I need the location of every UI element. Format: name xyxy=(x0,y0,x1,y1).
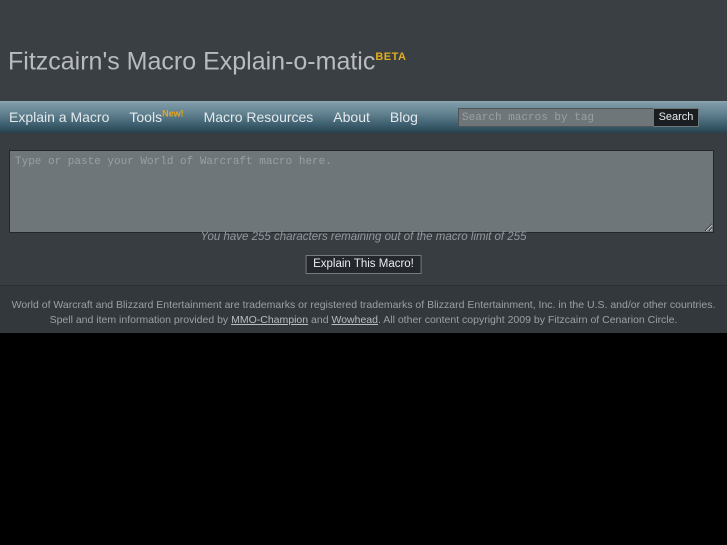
footer-legal-text: World of Warcraft and Blizzard Entertain… xyxy=(6,298,721,327)
footer-link-wowhead[interactable]: Wowhead xyxy=(331,314,378,326)
main-content: You have 255 characters remaining out of… xyxy=(0,133,727,285)
footer-text-part-2: and xyxy=(308,313,332,326)
search-button[interactable]: Search xyxy=(653,108,699,127)
nav-item-about[interactable]: About xyxy=(323,101,380,133)
nav-item-label: Macro Resources xyxy=(203,109,314,125)
macro-textarea[interactable] xyxy=(9,150,714,233)
footer-text-part-3: . All other content copyright 2009 by Fi… xyxy=(378,313,678,326)
nav-item-label: Tools xyxy=(129,109,163,125)
site-header: Fitzcairn's Macro Explain-o-maticBETA xyxy=(0,0,727,101)
nav-item-label: Explain a Macro xyxy=(9,109,110,125)
explain-macro-button[interactable]: Explain This Macro! xyxy=(305,255,422,274)
site-title-text: Fitzcairn's Macro Explain-o-matic xyxy=(8,47,376,76)
new-badge: New! xyxy=(162,108,184,119)
page-container: Fitzcairn's Macro Explain-o-maticBETA Ex… xyxy=(0,0,727,333)
beta-badge: BETA xyxy=(375,51,407,63)
nav-item-macro-resources[interactable]: Macro Resources xyxy=(194,101,324,133)
nav-item-blog[interactable]: Blog xyxy=(380,101,428,133)
nav-item-label: Blog xyxy=(389,109,418,125)
nav-item-explain-a-macro[interactable]: Explain a Macro xyxy=(0,101,119,133)
page-title: Fitzcairn's Macro Explain-o-maticBETA xyxy=(8,43,407,75)
search-input[interactable] xyxy=(458,108,656,127)
nav-item-label: About xyxy=(333,109,370,125)
character-counter: You have 255 characters remaining out of… xyxy=(200,231,527,243)
nav-item-tools[interactable]: ToolsNew! xyxy=(119,101,193,133)
nav-links-group: Explain a Macro ToolsNew! Macro Resources A… xyxy=(0,101,428,133)
site-footer: World of Warcraft and Blizzard Entertain… xyxy=(0,285,727,333)
footer-link-mmo-champion[interactable]: MMO-Champion xyxy=(231,314,308,326)
